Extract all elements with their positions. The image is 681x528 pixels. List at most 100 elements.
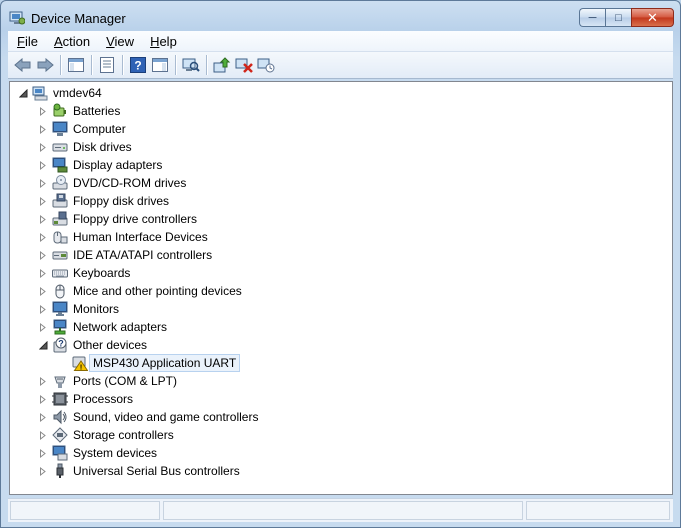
- expand-arrow[interactable]: [38, 322, 48, 332]
- disable-button[interactable]: [255, 54, 277, 76]
- usb-icon: [56, 463, 64, 478]
- tree-item-label: Network adapters: [73, 320, 168, 334]
- tree-category[interactable]: Computer: [38, 120, 126, 138]
- ide-controller-icon: [52, 251, 68, 260]
- properties-button[interactable]: [96, 54, 118, 76]
- show-hide-console-tree-button[interactable]: [65, 54, 87, 76]
- show-action-pane-button[interactable]: [149, 54, 171, 76]
- expand-arrow[interactable]: [38, 232, 48, 242]
- unknown-device-icon: ?: [53, 337, 67, 353]
- expand-arrow[interactable]: [38, 268, 48, 278]
- close-button[interactable]: ✕: [631, 8, 674, 27]
- tree-category[interactable]: Mice and other pointing devices: [38, 282, 242, 300]
- tree-category[interactable]: Keyboards: [38, 264, 130, 282]
- tree-category[interactable]: Ports (COM & LPT): [38, 372, 177, 390]
- expand-arrow-icon: [40, 394, 46, 404]
- tree-category[interactable]: Disk drives: [38, 138, 132, 156]
- menu-file[interactable]: File: [8, 34, 45, 49]
- menu-view-access-key: V: [106, 33, 115, 49]
- device-icon-wrapper: [52, 247, 68, 263]
- tree-item-label: IDE ATA/ATAPI controllers: [73, 248, 213, 262]
- tree-category[interactable]: Human Interface Devices: [38, 228, 208, 246]
- uninstall-button[interactable]: [233, 54, 255, 76]
- tree-device[interactable]: ! MSP430 Application UART: [58, 354, 241, 372]
- expand-arrow[interactable]: [38, 376, 48, 386]
- tree-category[interactable]: Processors: [38, 390, 133, 408]
- toolbar-separator: [122, 55, 123, 75]
- expand-arrow[interactable]: [38, 466, 48, 476]
- device-manager-window: Device Manager ─ □ ✕ File Action View He…: [0, 0, 681, 528]
- network-adapter-icon: [53, 319, 67, 335]
- tree-category[interactable]: ? Other devices: [38, 336, 147, 354]
- device-tree[interactable]: vmdev64 Batteries Computer Disk drives Displ…: [9, 81, 673, 495]
- expand-arrow[interactable]: [38, 160, 48, 170]
- collapse-arrow[interactable]: [38, 340, 48, 350]
- menu-view[interactable]: View: [97, 34, 141, 49]
- expand-arrow[interactable]: [38, 304, 48, 314]
- maximize-icon: □: [615, 11, 622, 24]
- help-button[interactable]: ?: [127, 54, 149, 76]
- expand-arrow-icon: [40, 304, 46, 314]
- expand-arrow[interactable]: [38, 142, 48, 152]
- device-icon-wrapper: [52, 229, 68, 245]
- expand-arrow-icon: [40, 322, 46, 332]
- window-title: Device Manager: [31, 11, 126, 26]
- expand-arrow[interactable]: [38, 412, 48, 422]
- toolbar-separator: [175, 55, 176, 75]
- status-cell: [10, 501, 160, 520]
- back-button[interactable]: [12, 54, 34, 76]
- minimize-button[interactable]: ─: [579, 8, 605, 27]
- scan-hardware-button[interactable]: [180, 54, 202, 76]
- collapse-arrow[interactable]: [18, 88, 28, 98]
- tree-category[interactable]: System devices: [38, 444, 157, 462]
- tree-category[interactable]: Monitors: [38, 300, 119, 318]
- expand-arrow[interactable]: [38, 214, 48, 224]
- tree-item-label: Monitors: [73, 302, 120, 316]
- properties-icon: [100, 57, 114, 73]
- device-icon-wrapper: [52, 319, 68, 335]
- maximize-button[interactable]: □: [605, 8, 631, 27]
- expand-arrow[interactable]: [38, 448, 48, 458]
- expand-arrow[interactable]: [38, 124, 48, 134]
- expand-arrow[interactable]: [38, 250, 48, 260]
- warning-device-icon: !: [72, 356, 88, 371]
- update-driver-icon: [213, 57, 231, 73]
- expand-arrow[interactable]: [38, 430, 48, 440]
- expand-arrow[interactable]: [38, 394, 48, 404]
- tree-category[interactable]: Floppy drive controllers: [38, 210, 197, 228]
- device-icon-wrapper: !: [72, 355, 88, 371]
- device-icon-wrapper: [52, 445, 68, 461]
- device-icon-wrapper: [52, 193, 68, 209]
- update-driver-button[interactable]: [211, 54, 233, 76]
- expand-arrow[interactable]: [38, 106, 48, 116]
- toolbar: ?: [8, 52, 673, 79]
- expand-arrow-icon: [40, 178, 46, 188]
- expand-arrow[interactable]: [38, 286, 48, 296]
- menu-action[interactable]: Action: [45, 34, 97, 49]
- expand-arrow-icon: [40, 196, 46, 206]
- tree-category[interactable]: Universal Serial Bus controllers: [38, 462, 240, 480]
- processor-icon: [52, 392, 68, 406]
- tree-category[interactable]: Sound, video and game controllers: [38, 408, 258, 426]
- expand-arrow[interactable]: [38, 196, 48, 206]
- tree-category[interactable]: DVD/CD-ROM drives: [38, 174, 186, 192]
- menu-help[interactable]: Help: [141, 34, 184, 49]
- expand-arrow-icon: [40, 376, 46, 386]
- device-icon-wrapper: [52, 283, 68, 299]
- forward-button[interactable]: [34, 54, 56, 76]
- tree-category[interactable]: Storage controllers: [38, 426, 174, 444]
- close-icon: ✕: [647, 9, 658, 25]
- tree-root-node[interactable]: vmdev64: [18, 84, 102, 102]
- tree-category[interactable]: Floppy disk drives: [38, 192, 169, 210]
- tree-category[interactable]: Batteries: [38, 102, 120, 120]
- uninstall-icon: [235, 58, 253, 73]
- tree-category[interactable]: IDE ATA/ATAPI controllers: [38, 246, 212, 264]
- floppy-controller-icon: [52, 211, 68, 226]
- tree-category[interactable]: Display adapters: [38, 156, 162, 174]
- status-bar: [8, 498, 673, 522]
- minimize-icon: ─: [588, 11, 597, 24]
- expand-arrow[interactable]: [38, 178, 48, 188]
- tree-category[interactable]: Network adapters: [38, 318, 167, 336]
- title-bar[interactable]: Device Manager ─ □ ✕: [1, 1, 680, 31]
- device-icon-wrapper: [52, 175, 68, 191]
